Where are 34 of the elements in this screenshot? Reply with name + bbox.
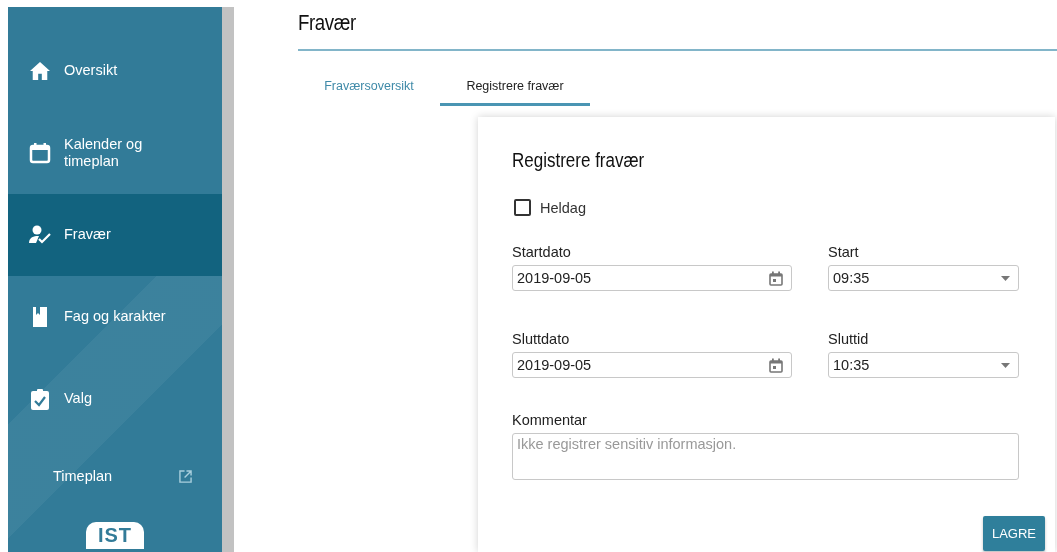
field-label: Sluttid xyxy=(828,331,870,347)
field-label: Sluttdato xyxy=(512,331,571,347)
field-label: Start xyxy=(828,244,860,260)
nav-item[interactable]: Kalender og timeplan xyxy=(8,112,222,194)
field-label: Kommentar xyxy=(512,412,588,428)
save-button[interactable]: LAGRE xyxy=(982,516,1045,551)
checkbox-label: Heldag xyxy=(540,199,586,216)
calendar-icon[interactable] xyxy=(769,357,783,373)
tab[interactable]: Fraværsoversikt xyxy=(298,69,440,106)
nav-item[interactable]: Valg xyxy=(8,358,222,440)
tab[interactable]: Registrere fravær xyxy=(440,69,590,106)
calendar-icon[interactable] xyxy=(769,270,783,286)
person-check-icon xyxy=(28,225,52,245)
page-title: Fravær xyxy=(298,10,357,37)
nav-item[interactable]: Fravær xyxy=(8,194,222,276)
time-select[interactable]: 09:35 xyxy=(828,265,1019,291)
logo: IST xyxy=(85,522,145,549)
calendar-icon xyxy=(28,142,52,164)
caret-icon[interactable] xyxy=(1001,275,1010,281)
checkbox[interactable] xyxy=(514,199,531,216)
timetable-link[interactable]: Timeplan xyxy=(53,468,113,484)
nav-item[interactable]: Fag og karakter xyxy=(8,276,222,358)
nav-item[interactable]: Oversikt xyxy=(8,30,222,112)
external-link-icon[interactable] xyxy=(179,469,192,483)
clipboard-check-icon xyxy=(28,388,52,410)
caret-icon[interactable] xyxy=(1001,362,1010,368)
comment-field[interactable]: Ikke registrer sensitiv informasjon. xyxy=(512,433,1019,480)
home-icon xyxy=(28,61,52,81)
date-field[interactable]: 2019-09-05 xyxy=(512,265,792,291)
date-field[interactable]: 2019-09-05 xyxy=(512,352,792,378)
time-select[interactable]: 10:35 xyxy=(828,352,1019,378)
field-label: Startdato xyxy=(512,244,572,260)
scrollbar[interactable] xyxy=(222,7,234,552)
form-title: Registrere fravær xyxy=(512,149,646,172)
